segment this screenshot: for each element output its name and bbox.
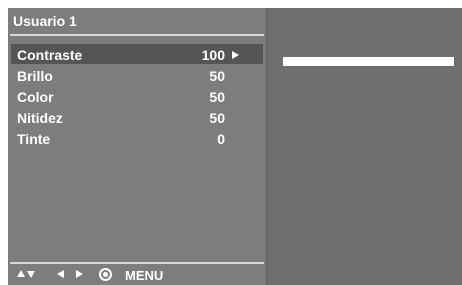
down-arrow-icon: [27, 271, 35, 278]
menu-item-value: 50: [209, 110, 225, 126]
menu-title: Usuario 1: [13, 13, 77, 29]
menu-item-label: Contraste: [17, 47, 83, 63]
footer-divider: [10, 262, 264, 264]
menu-item-value: 50: [209, 68, 225, 84]
right-arrow-icon: [76, 270, 83, 278]
menu-item-label: Brillo: [17, 68, 53, 84]
up-arrow-icon: [17, 270, 25, 277]
menu-item-contraste[interactable]: Contraste 100: [11, 44, 263, 64]
adjustment-panel: [267, 8, 462, 285]
menu-item-nitidez[interactable]: Nitidez 50: [11, 107, 263, 127]
menu-item-color[interactable]: Color 50: [11, 86, 263, 106]
menu-hint-label: MENU: [125, 268, 164, 283]
title-divider: [10, 34, 264, 36]
menu-title-bar: Usuario 1: [8, 8, 266, 34]
left-arrow-icon: [57, 270, 64, 278]
menu-panel: Usuario 1 Contraste 100 Brillo 50 Color …: [8, 8, 266, 285]
level-bar[interactable]: [283, 57, 454, 66]
menu-item-value: 0: [217, 131, 225, 147]
menu-item-value: 100: [201, 47, 225, 63]
menu-item-label: Color: [17, 89, 54, 105]
osd-menu: Usuario 1 Contraste 100 Brillo 50 Color …: [8, 8, 462, 285]
menu-item-label: Nitidez: [17, 110, 63, 126]
menu-footer: MENU: [8, 265, 266, 285]
menu-item-brillo[interactable]: Brillo 50: [11, 65, 263, 85]
ok-button-icon: [99, 268, 112, 281]
menu-item-value: 50: [209, 89, 225, 105]
right-arrow-icon: [232, 51, 239, 59]
menu-item-tinte[interactable]: Tinte 0: [11, 128, 263, 148]
level-bar-fill: [283, 57, 454, 66]
menu-item-label: Tinte: [17, 131, 51, 147]
